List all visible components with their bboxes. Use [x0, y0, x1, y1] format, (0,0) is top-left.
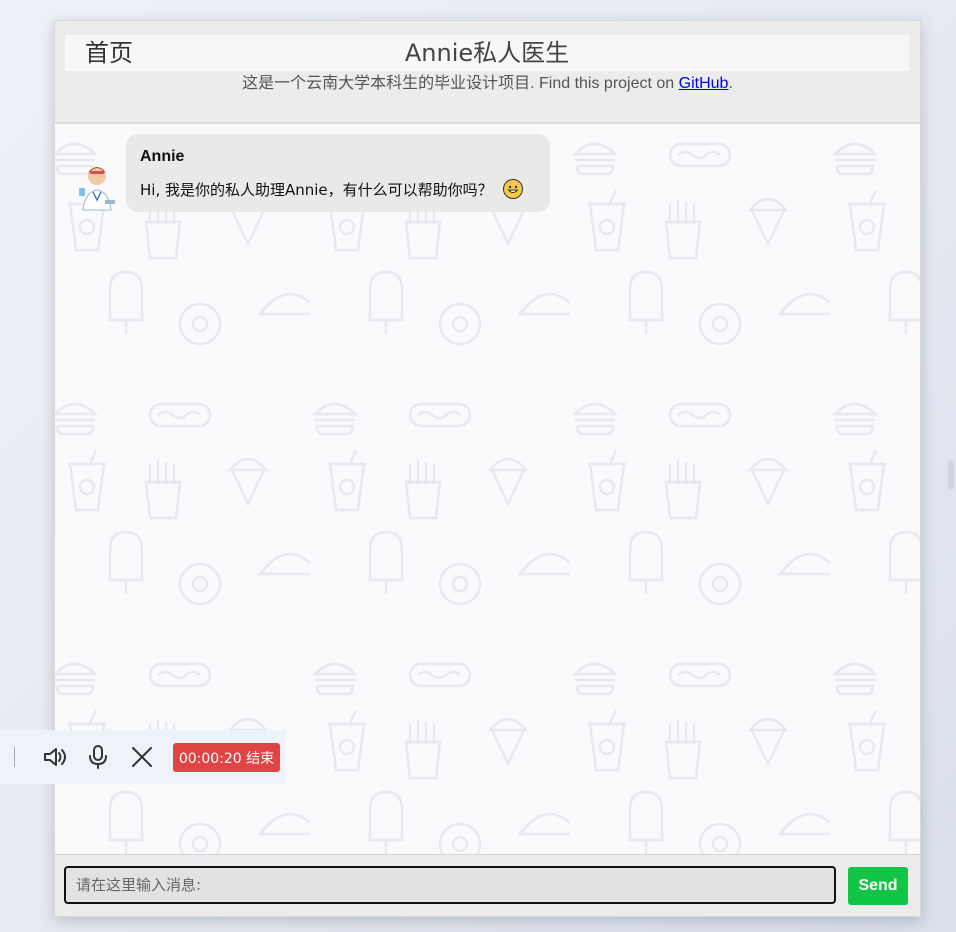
- header: Annie私人医生 首页 这是一个云南大学本科生的毕业设计项目. Find th…: [55, 21, 920, 124]
- github-link[interactable]: GitHub: [679, 75, 729, 92]
- speaker-icon[interactable]: [41, 743, 69, 771]
- subtitle-end: .: [728, 75, 733, 92]
- subtitle-text: 这是一个云南大学本科生的毕业设计项目. Find this project on: [242, 75, 679, 92]
- divider: [14, 747, 15, 767]
- message-text: Hi, 我是你的私人助理Annie，有什么可以帮助你吗？: [140, 181, 493, 199]
- message-text-line: Hi, 我是你的私人助理Annie，有什么可以帮助你吗？: [140, 179, 523, 200]
- close-icon[interactable]: [128, 743, 156, 771]
- send-button[interactable]: Send: [848, 867, 908, 905]
- message-input[interactable]: [64, 866, 836, 904]
- message-bubble: Annie Hi, 我是你的私人助理Annie，有什么可以帮助你吗？: [126, 134, 550, 212]
- home-link[interactable]: 首页: [85, 37, 133, 69]
- scrollbar[interactable]: [948, 460, 954, 490]
- voice-call-bar: 00:00:20 结束: [0, 730, 286, 784]
- input-bar: Send: [55, 854, 920, 916]
- grinning-face-icon: [502, 179, 523, 199]
- project-subtitle: 这是一个云南大学本科生的毕业设计项目. Find this project on…: [55, 74, 920, 94]
- doctor-avatar: [79, 167, 115, 211]
- message-sender: Annie: [140, 148, 185, 165]
- top-bar: Annie私人医生 首页: [65, 35, 909, 71]
- microphone-icon[interactable]: [84, 743, 112, 771]
- page-title: Annie私人医生: [404, 39, 570, 67]
- end-call-button[interactable]: 00:00:20 结束: [173, 743, 280, 772]
